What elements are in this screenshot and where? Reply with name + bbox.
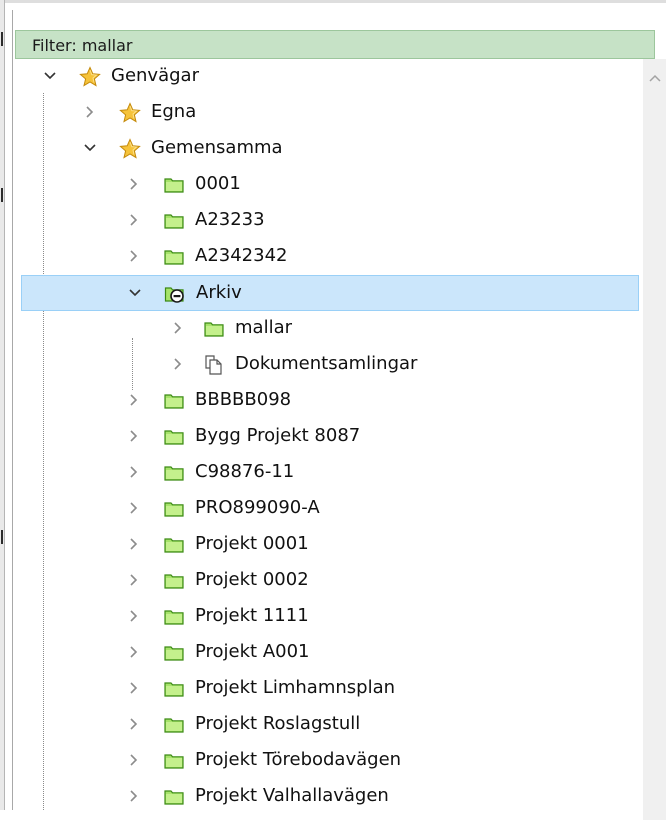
- chevron-right-icon[interactable]: [127, 213, 141, 227]
- folder-icon: [164, 502, 184, 517]
- chevron-right-icon[interactable]: [127, 645, 141, 659]
- chevron-right-icon[interactable]: [127, 177, 141, 191]
- vertical-scrollbar[interactable]: [643, 59, 666, 820]
- tree-node-folder[interactable]: Projekt Törebodavägen: [21, 743, 639, 779]
- tree-node-folder[interactable]: Projekt Roslagstull: [21, 707, 639, 743]
- folder-icon: [164, 178, 184, 193]
- folder-icon: [164, 646, 184, 661]
- chevron-right-icon[interactable]: [127, 681, 141, 695]
- chevron-right-icon[interactable]: [127, 789, 141, 803]
- tree-node-label: A2342342: [195, 245, 288, 266]
- tree-node-label: PRO899090-A: [195, 497, 320, 518]
- tree-node-label: Bygg Projekt 8087: [195, 425, 361, 446]
- archive-folder-icon: [164, 287, 184, 303]
- tree-node-folder[interactable]: A2342342: [21, 239, 639, 275]
- folder-icon: [164, 754, 184, 769]
- tree-node-label: Projekt Törebodavägen: [195, 749, 402, 770]
- tree-node-label: BBBBB098: [195, 389, 292, 410]
- folder-icon: [164, 790, 184, 805]
- folder-icon: [164, 394, 184, 409]
- star-icon: [119, 102, 141, 123]
- folder-icon: [164, 682, 184, 697]
- chevron-right-icon[interactable]: [127, 537, 141, 551]
- tree-node-folder[interactable]: Projekt 1111: [21, 599, 639, 635]
- edge-marker: [1, 32, 3, 46]
- chevron-right-icon[interactable]: [127, 249, 141, 263]
- folder-icon: [164, 214, 184, 229]
- tree-node-label: Projekt A001: [195, 641, 310, 662]
- tree-node-folder[interactable]: Projekt Limhamnsplan: [21, 671, 639, 707]
- star-icon: [79, 66, 101, 87]
- tree-node-folder[interactable]: A23233: [21, 203, 639, 239]
- chevron-right-icon[interactable]: [127, 573, 141, 587]
- chevron-right-icon[interactable]: [127, 753, 141, 767]
- tree-node-folder[interactable]: Projekt 0002: [21, 563, 639, 599]
- scroll-up-arrow-icon[interactable]: [643, 67, 666, 91]
- folder-icon: [164, 430, 184, 445]
- window-top-edge: [0, 0, 666, 3]
- tree-node-label: Projekt 1111: [195, 605, 309, 626]
- chevron-right-icon[interactable]: [127, 501, 141, 515]
- chevron-right-icon[interactable]: [127, 429, 141, 443]
- folder-icon: [164, 538, 184, 553]
- folder-icon: [164, 250, 184, 265]
- folder-icon: [164, 718, 184, 733]
- chevron-right-icon[interactable]: [171, 357, 185, 371]
- document-collection-icon: [205, 355, 222, 375]
- folder-icon: [164, 610, 184, 625]
- tree-node-arkiv-child[interactable]: mallar: [21, 311, 639, 347]
- window-left-edge: [0, 0, 5, 810]
- tree-node-label: 0001: [195, 173, 241, 194]
- tree-node-label: Projekt Limhamnsplan: [195, 677, 396, 698]
- tree-node-label: Gemensamma: [151, 137, 283, 158]
- chevron-down-icon[interactable]: [43, 69, 57, 83]
- tree-node-label: Arkiv: [196, 282, 242, 303]
- chevron-right-icon[interactable]: [127, 717, 141, 731]
- folder-icon: [164, 574, 184, 589]
- chevron-right-icon[interactable]: [127, 393, 141, 407]
- tree-node-folder[interactable]: PRO899090-A: [21, 491, 639, 527]
- tree-node-label: Projekt Valhallavägen: [195, 785, 389, 806]
- tree-node-label: Genvägar: [111, 65, 199, 86]
- chevron-right-icon[interactable]: [83, 105, 97, 119]
- tree-node-label: Projekt Roslagstull: [195, 713, 361, 734]
- chevron-down-icon[interactable]: [128, 286, 142, 300]
- tree-node-folder[interactable]: Bygg Projekt 8087: [21, 419, 639, 455]
- tree-node-label: mallar: [235, 317, 292, 338]
- tree-node-folder[interactable]: C98876-11: [21, 455, 639, 491]
- tree-node-arkiv[interactable]: Arkiv: [21, 275, 639, 311]
- edge-marker: [1, 188, 3, 202]
- tree-panel: Filter: mallar Genvägar Egna Gemensamma 000…: [12, 10, 666, 820]
- folder-icon: [204, 322, 224, 337]
- tree-node-folder[interactable]: Projekt 0001: [21, 527, 639, 563]
- folder-icon: [164, 466, 184, 481]
- tree-node-genvagar[interactable]: Genvägar: [21, 59, 639, 95]
- tree-node-label: A23233: [195, 209, 265, 230]
- chevron-down-icon[interactable]: [83, 141, 97, 155]
- chevron-right-icon[interactable]: [171, 321, 185, 335]
- chevron-right-icon[interactable]: [127, 609, 141, 623]
- tree-node-folder[interactable]: BBBBB098: [21, 383, 639, 419]
- chevron-right-icon[interactable]: [127, 465, 141, 479]
- tree-node-label: C98876-11: [195, 461, 295, 482]
- tree-node-folder[interactable]: 0001: [21, 167, 639, 203]
- tree-node-label: Projekt 0002: [195, 569, 309, 590]
- edge-marker: [1, 530, 3, 544]
- tree-node-label: Projekt 0001: [195, 533, 309, 554]
- star-icon: [119, 138, 141, 159]
- tree-node-label: Dokumentsamlingar: [235, 353, 418, 374]
- tree-node-gemensamma[interactable]: Gemensamma: [21, 131, 639, 167]
- tree-node-egna[interactable]: Egna: [21, 95, 639, 131]
- tree-node-label: Egna: [151, 101, 197, 122]
- tree-view: Genvägar Egna Gemensamma 0001 A23233 A2342342…: [13, 10, 643, 810]
- tree-node-folder[interactable]: Projekt A001: [21, 635, 639, 671]
- tree-node-arkiv-child[interactable]: Dokumentsamlingar: [21, 347, 639, 383]
